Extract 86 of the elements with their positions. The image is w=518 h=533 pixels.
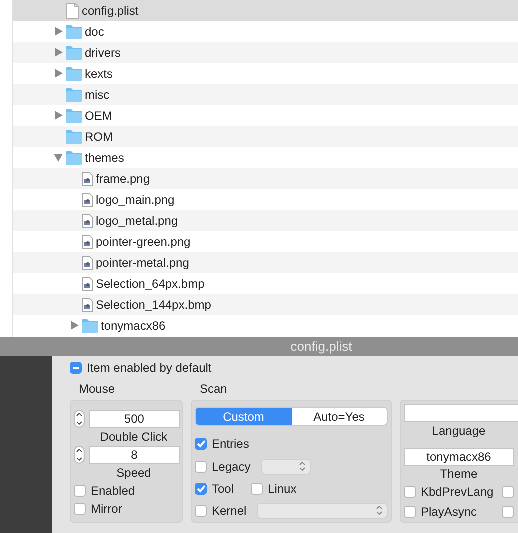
image-file-icon bbox=[82, 256, 93, 270]
group-title: Scan bbox=[199, 382, 228, 398]
checkbox-label: Entries bbox=[212, 437, 250, 452]
file-name: pointer-green.png bbox=[96, 234, 191, 248]
checkbox[interactable] bbox=[195, 460, 207, 473]
image-file-icon bbox=[82, 214, 93, 228]
theme-field[interactable]: tonymacx86 bbox=[404, 448, 514, 466]
group-title: Mouse bbox=[78, 382, 116, 398]
file-name: Selection_144px.bmp bbox=[96, 298, 212, 312]
file-row[interactable]: config.plist bbox=[13, 0, 518, 21]
number-field[interactable]: 500 bbox=[88, 410, 180, 428]
file-name: misc bbox=[85, 88, 110, 102]
folder-icon bbox=[66, 46, 82, 60]
image-file-icon bbox=[82, 276, 93, 290]
field-label: Language bbox=[431, 423, 487, 440]
disclosure-triangle-icon[interactable] bbox=[71, 321, 79, 330]
file-name: tonymacx86 bbox=[101, 318, 166, 332]
disclosure-triangle-icon[interactable] bbox=[54, 154, 63, 162]
checkbox[interactable] bbox=[70, 362, 82, 374]
checkbox-label: PlayAsync bbox=[421, 505, 478, 519]
file-name: config.plist bbox=[82, 4, 139, 18]
file-name: doc bbox=[85, 24, 104, 38]
checkbox[interactable] bbox=[251, 482, 264, 495]
folder-icon bbox=[66, 88, 82, 102]
disclosure-triangle-icon[interactable] bbox=[55, 69, 63, 78]
image-file-icon bbox=[82, 172, 93, 186]
checkbox[interactable] bbox=[404, 486, 416, 498]
stepper[interactable] bbox=[74, 410, 85, 428]
language-field[interactable] bbox=[404, 404, 518, 422]
file-name: logo_metal.png bbox=[96, 214, 178, 228]
file-row[interactable]: drivers bbox=[13, 42, 518, 63]
checkbox-label: Item enabled by default bbox=[87, 361, 212, 375]
popup-menu[interactable] bbox=[260, 458, 311, 475]
file-name: drivers bbox=[85, 46, 122, 60]
checkbox-label: Linux bbox=[268, 482, 297, 496]
updown-icon bbox=[298, 461, 306, 472]
checkbox[interactable] bbox=[195, 504, 207, 517]
checkbox[interactable] bbox=[502, 486, 514, 498]
checkbox-label: Kernel bbox=[212, 504, 247, 518]
disclosure-triangle-icon[interactable] bbox=[55, 48, 63, 57]
file-name: pointer-metal.png bbox=[96, 256, 190, 270]
checkbox[interactable] bbox=[502, 506, 514, 518]
checkbox[interactable] bbox=[404, 506, 416, 518]
disclosure-triangle-icon[interactable] bbox=[55, 27, 63, 36]
file-name: themes bbox=[85, 150, 124, 164]
checkbox-label: Legacy bbox=[212, 460, 251, 474]
file-name: logo_main.png bbox=[96, 192, 175, 206]
file-name: ROM bbox=[85, 130, 113, 144]
folder-icon bbox=[82, 318, 98, 332]
folder-icon bbox=[66, 24, 82, 38]
file-name: OEM bbox=[85, 108, 112, 122]
checkbox[interactable] bbox=[74, 503, 86, 515]
folder-icon bbox=[66, 108, 82, 122]
image-file-icon bbox=[82, 234, 93, 248]
popup-menu[interactable] bbox=[256, 502, 388, 519]
checkbox-label: Tool bbox=[212, 482, 234, 496]
file-row[interactable]: ROM bbox=[13, 126, 518, 147]
file-row[interactable]: frame.png bbox=[13, 168, 518, 189]
file-name: kexts bbox=[85, 66, 114, 80]
disclosure-triangle-icon[interactable] bbox=[55, 111, 63, 120]
image-file-icon bbox=[82, 192, 93, 206]
field-label: Theme bbox=[439, 466, 479, 482]
field-label: Double Click bbox=[99, 429, 169, 446]
updown-icon bbox=[376, 505, 383, 516]
file-row[interactable]: logo_metal.png bbox=[13, 210, 518, 231]
checkbox[interactable] bbox=[74, 485, 86, 497]
image-file-icon bbox=[82, 298, 93, 312]
checkbox-label: Mirror bbox=[91, 502, 122, 516]
file-row[interactable]: Selection_144px.bmp bbox=[13, 294, 518, 315]
window-title: config.plist bbox=[290, 339, 352, 354]
checkbox-label: Enabled bbox=[91, 484, 136, 498]
checkbox-label: KbdPrevLang bbox=[421, 485, 494, 499]
number-field[interactable]: 8 bbox=[88, 446, 180, 464]
checkbox[interactable] bbox=[195, 438, 207, 450]
file-name: Selection_64px.bmp bbox=[96, 276, 205, 290]
folder-icon bbox=[66, 130, 82, 144]
file-row[interactable]: pointer-metal.png bbox=[13, 252, 518, 273]
folder-icon bbox=[66, 150, 82, 164]
folder-icon bbox=[66, 66, 82, 80]
file-name: frame.png bbox=[96, 172, 150, 186]
stepper[interactable] bbox=[74, 446, 85, 464]
checkbox[interactable] bbox=[195, 482, 207, 495]
segment-tab[interactable]: Auto=Yes bbox=[292, 408, 387, 426]
file-row[interactable]: misc bbox=[13, 84, 518, 105]
field-label: Speed bbox=[116, 465, 152, 482]
document-icon bbox=[66, 2, 79, 18]
